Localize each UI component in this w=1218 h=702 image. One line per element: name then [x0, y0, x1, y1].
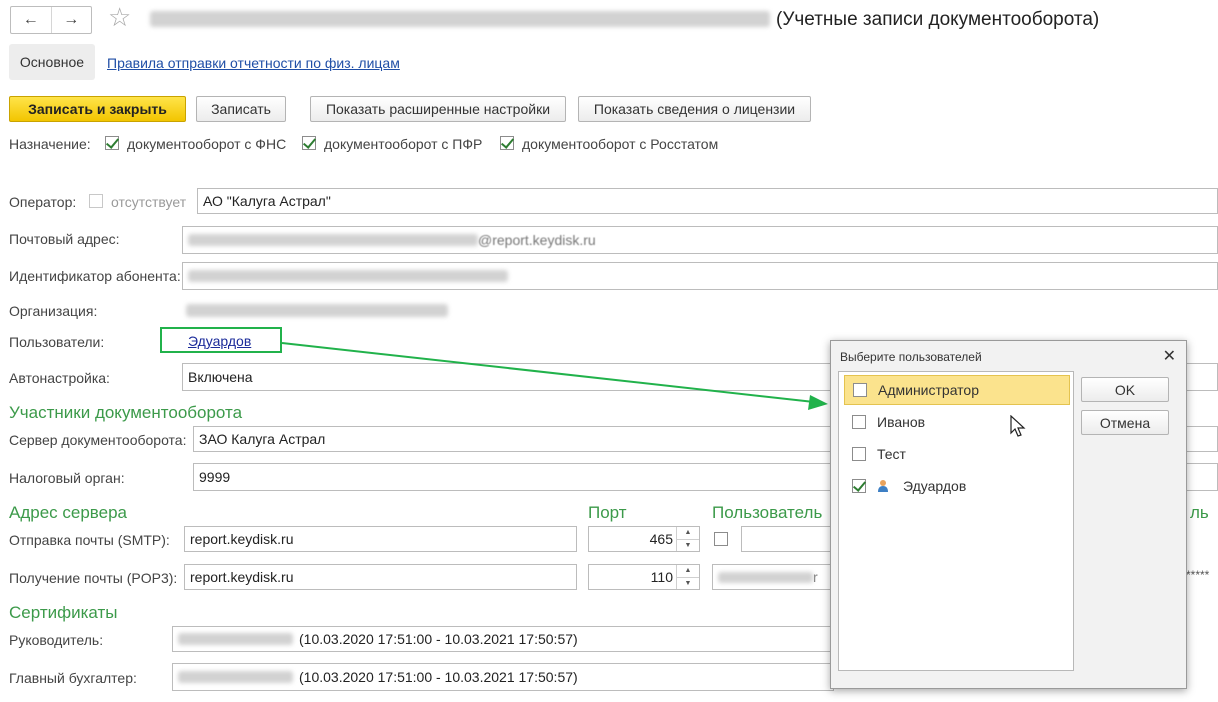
user-label: Эдуардов [903, 478, 967, 494]
list-item[interactable]: Эдуардов [844, 471, 1070, 501]
user-label: Иванов [877, 414, 926, 430]
select-users-dialog: Выберите пользователей ✕ Администратор И… [830, 340, 1187, 689]
dialog-title: Выберите пользователей [840, 350, 982, 364]
cancel-button[interactable]: Отмена [1081, 410, 1169, 435]
annotation-arrow-head [808, 395, 828, 410]
user-label: Администратор [878, 382, 980, 398]
user-checkbox[interactable] [852, 415, 866, 429]
user-label: Тест [877, 446, 906, 462]
close-icon[interactable]: ✕ [1163, 346, 1176, 366]
user-checkbox[interactable] [852, 479, 866, 493]
mouse-cursor-icon [1010, 415, 1026, 437]
list-item[interactable]: Тест [844, 439, 1070, 469]
user-icon [877, 479, 889, 493]
annotation-arrow-line [281, 342, 815, 403]
user-checkbox[interactable] [852, 447, 866, 461]
ok-button[interactable]: OK [1081, 377, 1169, 402]
list-item[interactable]: Иванов [844, 407, 1070, 437]
user-checkbox[interactable] [853, 383, 867, 397]
users-list: Администратор Иванов Тест Эдуардов [838, 371, 1074, 671]
list-item[interactable]: Администратор [844, 375, 1070, 405]
